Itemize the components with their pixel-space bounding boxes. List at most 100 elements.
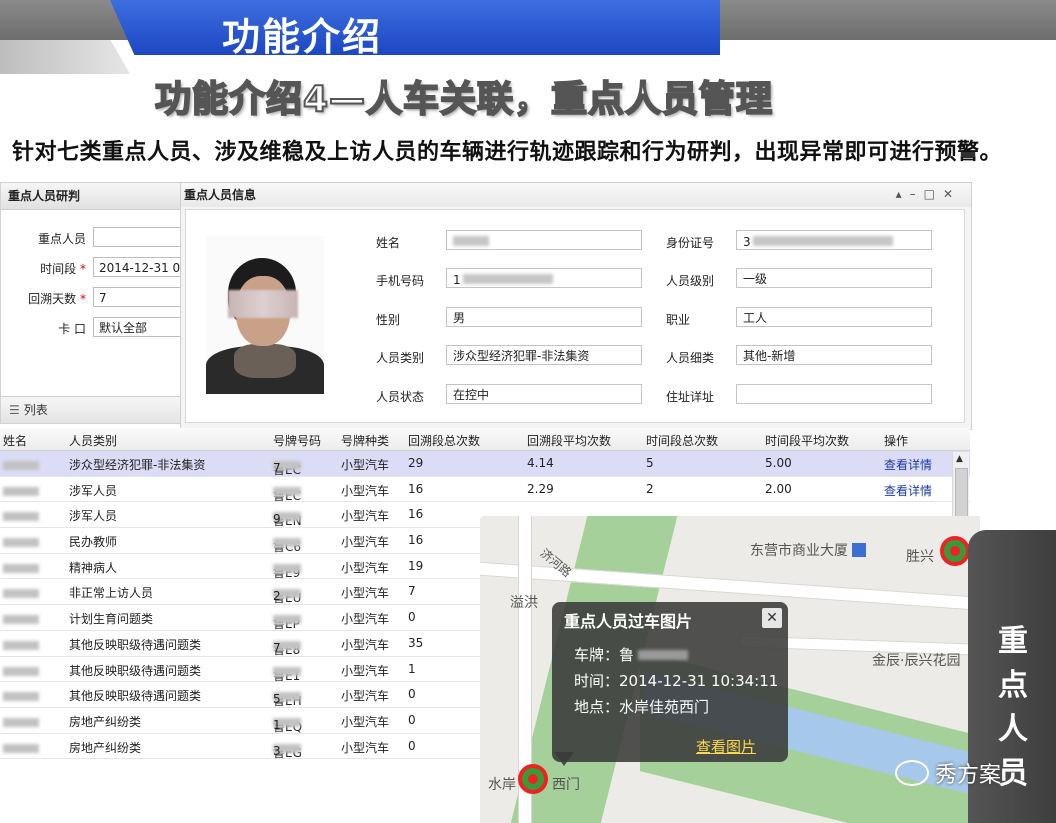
col-period-total[interactable]: 时间段总次数	[646, 432, 718, 449]
cell-type: 小型汽车	[341, 714, 390, 729]
cell-type: 小型汽车	[341, 483, 390, 498]
id-label: 身份证号	[666, 236, 715, 250]
cell-category: 涉军人员	[69, 509, 118, 524]
vehicle-marker-2[interactable]	[940, 536, 970, 566]
close-icon[interactable]: ✕	[943, 187, 961, 201]
cell-back-total: 0	[408, 712, 416, 727]
maximize-icon[interactable]: □	[924, 187, 943, 201]
cell-type: 小型汽车	[341, 612, 390, 627]
col-action: 操作	[884, 434, 909, 448]
cell-period-avg: 2.00	[765, 481, 792, 496]
cell-back-total: 35	[408, 635, 424, 650]
cell-category: 民办教师	[69, 535, 118, 550]
table-row[interactable]: 涉军人员 鲁EC 小型汽车 16 2.29 2 2.00 查看详情	[0, 477, 970, 503]
phone-label: 手机号码	[376, 274, 425, 288]
popup-place: 地点：水岸佳苑西门	[574, 698, 710, 716]
col-back-total[interactable]: 回溯段总次数	[408, 432, 480, 449]
subcategory-field: 其他-新增	[736, 345, 932, 365]
list-label: 列表	[23, 403, 48, 417]
view-picture-link[interactable]: 查看图片	[696, 736, 756, 757]
cell-category: 非正常上访人员	[69, 586, 154, 601]
cell-type: 小型汽车	[341, 637, 390, 652]
cell-category: 其他反映职级待遇问题类	[69, 689, 202, 704]
analysis-panel: 重点人员研判 重点人员 时间段 * 2014-12-31 00 回溯天数 * 7…	[0, 182, 182, 424]
status-label: 人员状态	[376, 390, 425, 404]
cell-type: 小型汽车	[341, 535, 390, 550]
poi-garden[interactable]: 金辰·辰兴花园	[872, 650, 960, 670]
vehicle-pass-popup: 重点人员过车图片 ✕ 车牌：鲁 时间：2014-12-31 10:34:11 地…	[552, 602, 788, 766]
marker-label-post: 西门	[552, 777, 580, 793]
popup-close-icon[interactable]: ✕	[762, 608, 782, 628]
popup-title: 重点人员过车图片	[564, 612, 693, 631]
category-field: 涉众型经济犯罪-非法集资	[446, 345, 642, 365]
cell-back-avg: 4.14	[527, 456, 554, 470]
collapse-icon[interactable]: ▴	[896, 187, 910, 201]
header-blue-band	[110, 0, 720, 55]
col-back-avg[interactable]: 回溯段平均次数	[527, 432, 611, 449]
header-wedge	[0, 40, 130, 74]
table-row[interactable]: 涉众型经济犯罪-非法集资 鲁EC 7 小型汽车 29 4.14 5 5.00 查看详情	[0, 451, 970, 477]
col-period-avg[interactable]: 时间段平均次数	[765, 432, 849, 449]
cell-type: 小型汽车	[341, 458, 390, 472]
popup-plate: 车牌：鲁	[574, 644, 689, 665]
analysis-panel-title: 重点人员研判	[1, 183, 181, 210]
page-description: 针对七类重点人员、涉及维稳及上访人员的车辆进行轨迹跟踪和行为研判，出现异常即可进…	[12, 140, 1003, 165]
checkpoint-select[interactable]: 默认全部	[93, 317, 181, 337]
marker-label-pre: 水岸	[488, 777, 516, 793]
job-label: 职业	[666, 313, 691, 327]
field-days: 回溯天数 * 7	[1, 287, 181, 309]
cell-back-avg: 2.29	[527, 481, 554, 496]
address-field	[736, 384, 932, 404]
gender-field: 男	[446, 307, 642, 327]
col-plate[interactable]: 号牌号码	[273, 432, 321, 449]
field-period: 时间段 * 2014-12-31 00	[1, 257, 181, 279]
cell-type: 小型汽车	[341, 689, 390, 704]
popup-pointer	[554, 752, 574, 766]
cell-period-avg: 5.00	[765, 456, 792, 470]
id-field: 3	[736, 230, 932, 250]
cell-period-total: 2	[646, 481, 654, 496]
cell-back-total: 16	[408, 481, 424, 496]
cell-category: 计划生育问题类	[69, 612, 154, 627]
list-section-header[interactable]: ☰ 列表	[1, 396, 181, 423]
person-info-window: 重点人员信息 ▴–□✕ 姓名 身份证号 3 手机号码 1 人员级别 一级 性别 …	[180, 182, 972, 430]
person-input[interactable]	[93, 227, 181, 247]
col-name[interactable]: 姓名	[3, 432, 27, 449]
person-info-title: 重点人员信息	[181, 183, 971, 207]
cell-category: 涉军人员	[69, 483, 118, 498]
cell-type: 小型汽车	[341, 663, 390, 678]
col-plate-type[interactable]: 号牌种类	[341, 432, 389, 449]
col-category[interactable]: 人员类别	[69, 432, 117, 449]
side-panel-text: 重点人员	[998, 624, 1028, 791]
cell-category: 涉众型经济犯罪-非法集资	[69, 458, 206, 472]
cell-category: 精神病人	[69, 560, 118, 575]
cell-category: 其他反映职级待遇问题类	[69, 663, 202, 678]
phone-field: 1	[446, 268, 642, 288]
cell-back-total: 0	[408, 687, 416, 702]
name-field	[446, 230, 642, 250]
days-input[interactable]: 7	[93, 287, 181, 307]
scroll-up-icon[interactable]: ▲	[956, 454, 963, 464]
view-details-link[interactable]: 查看详情	[884, 482, 932, 499]
view-details-link[interactable]: 查看详情	[884, 456, 932, 473]
minimize-icon[interactable]: –	[910, 187, 924, 201]
category-label: 人员类别	[376, 351, 425, 365]
period-input[interactable]: 2014-12-31 00	[93, 257, 181, 277]
field-checkpoint: 卡 口 默认全部	[1, 317, 181, 339]
popup-time: 时间：2014-12-31 10:34:11	[574, 672, 779, 690]
field-person: 重点人员	[1, 227, 181, 249]
cell-back-total: 19	[408, 558, 424, 573]
cell-type: 小型汽车	[341, 586, 390, 601]
list-icon: ☰	[9, 403, 20, 417]
vehicle-marker[interactable]	[518, 764, 548, 794]
person-info-body: 姓名 身份证号 3 手机号码 1 人员级别 一级 性别 男 职业 工人 人员类别…	[185, 209, 965, 423]
level-label: 人员级别	[666, 274, 715, 288]
face-blur	[228, 290, 298, 318]
table-header: 姓名 人员类别 号牌号码 号牌种类 回溯段总次数 回溯段平均次数 时间段总次数 …	[0, 428, 970, 451]
poi-mall[interactable]: 东营市商业大厦	[750, 540, 866, 560]
required-star: *	[80, 262, 86, 276]
cell-category: 房地产纠纷类	[69, 740, 142, 755]
cell-back-total: 16	[408, 507, 424, 522]
cell-back-total: 16	[408, 533, 424, 548]
cell-back-total: 0	[408, 738, 416, 753]
